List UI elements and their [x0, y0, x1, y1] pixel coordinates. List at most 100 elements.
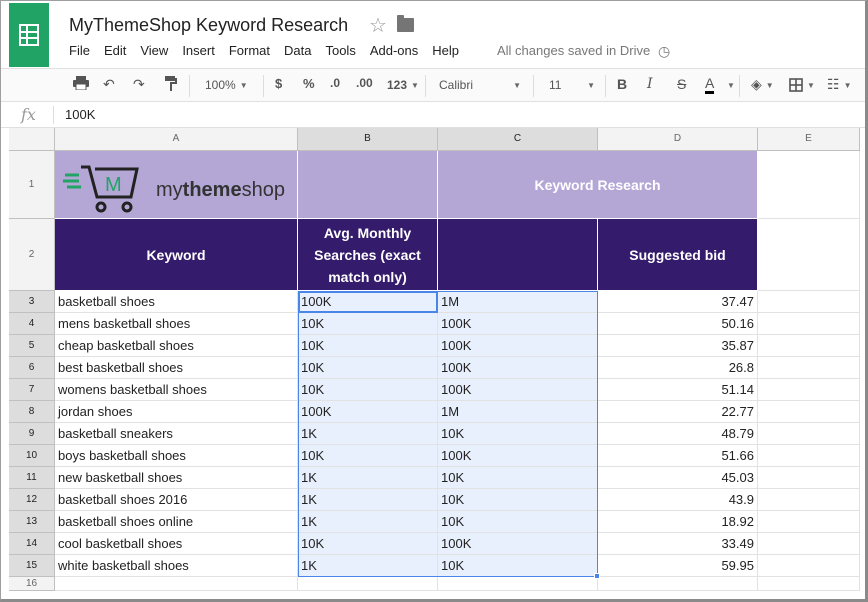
cell-suggested-bid[interactable]: 33.49 [598, 533, 758, 555]
sheets-logo[interactable] [9, 3, 49, 67]
column-header-b[interactable]: B [298, 128, 438, 151]
font-size-select[interactable]: 11 ▼ [549, 78, 595, 92]
row-header-3[interactable]: 3 [9, 291, 55, 313]
paint-format-icon[interactable] [165, 76, 177, 94]
cell-keyword[interactable]: cool basketball shoes [55, 533, 298, 555]
cell-searches[interactable]: 100K [298, 401, 438, 423]
column-header-a[interactable]: A [55, 128, 298, 151]
menu-insert[interactable]: Insert [182, 43, 215, 58]
undo-icon[interactable]: ↶ [103, 76, 115, 93]
cell-searches[interactable]: 1K [298, 467, 438, 489]
cell-e[interactable] [758, 335, 860, 357]
folder-icon[interactable] [397, 15, 414, 32]
star-icon[interactable]: ☆ [369, 13, 387, 38]
cell-col-c[interactable]: 10K [438, 489, 598, 511]
formula-input[interactable]: 100K [65, 107, 95, 122]
cell-searches[interactable]: 10K [298, 533, 438, 555]
cell-col-c[interactable]: 1M [438, 291, 598, 313]
column-header-d[interactable]: D [598, 128, 758, 151]
empty-cell[interactable] [438, 577, 598, 591]
row-header-4[interactable]: 4 [9, 313, 55, 335]
row-header-9[interactable]: 9 [9, 423, 55, 445]
cell-e[interactable] [758, 533, 860, 555]
cell-suggested-bid[interactable]: 18.92 [598, 511, 758, 533]
cell-suggested-bid[interactable]: 35.87 [598, 335, 758, 357]
menu-addons[interactable]: Add-ons [370, 43, 418, 58]
more-formats-button[interactable]: 123 ▼ [387, 78, 419, 92]
cell-e[interactable] [758, 401, 860, 423]
save-status[interactable]: All changes saved in Drive [497, 43, 650, 58]
row-header-7[interactable]: 7 [9, 379, 55, 401]
row-header-11[interactable]: 11 [9, 467, 55, 489]
cell-keyword[interactable]: cheap basketball shoes [55, 335, 298, 357]
cell-e[interactable] [758, 445, 860, 467]
cell-e[interactable] [758, 423, 860, 445]
cell-keyword[interactable]: basketball shoes online [55, 511, 298, 533]
italic-button[interactable]: I [647, 76, 653, 92]
row-header-8[interactable]: 8 [9, 401, 55, 423]
currency-format-button[interactable]: $ [275, 76, 282, 91]
cell-keyword[interactable]: best basketball shoes [55, 357, 298, 379]
column-header-e[interactable]: E [758, 128, 860, 151]
cell-col-c[interactable]: 100K [438, 533, 598, 555]
row-header-15[interactable]: 15 [9, 555, 55, 577]
borders-icon[interactable]: ▼ [789, 76, 815, 93]
cell-e[interactable] [758, 219, 860, 291]
cell-col-c[interactable]: 10K [438, 423, 598, 445]
header-keyword[interactable]: Keyword [55, 219, 298, 291]
history-icon[interactable]: ◷ [658, 43, 670, 60]
cell-e[interactable] [758, 467, 860, 489]
cell-keyword[interactable]: basketball shoes 2016 [55, 489, 298, 511]
row-header-14[interactable]: 14 [9, 533, 55, 555]
empty-cell[interactable] [598, 577, 758, 591]
cell-keyword[interactable]: white basketball shoes [55, 555, 298, 577]
row-header-13[interactable]: 13 [9, 511, 55, 533]
cell-suggested-bid[interactable]: 48.79 [598, 423, 758, 445]
cell-searches[interactable]: 1K [298, 489, 438, 511]
zoom-select[interactable]: 100% ▼ [205, 78, 248, 92]
cell-searches[interactable]: 10K [298, 379, 438, 401]
menu-format[interactable]: Format [229, 43, 270, 58]
row-header-5[interactable]: 5 [9, 335, 55, 357]
row-header-1[interactable]: 1 [9, 151, 55, 219]
empty-cell[interactable] [55, 577, 298, 591]
fill-color-icon[interactable]: ◈ ▼ [751, 76, 774, 93]
cell-col-c[interactable]: 10K [438, 555, 598, 577]
cell-e[interactable] [758, 291, 860, 313]
cell-col-c[interactable]: 1M [438, 401, 598, 423]
cell-suggested-bid[interactable]: 22.77 [598, 401, 758, 423]
cell-e[interactable] [758, 511, 860, 533]
cell-keyword[interactable]: boys basketball shoes [55, 445, 298, 467]
cell-keyword[interactable]: jordan shoes [55, 401, 298, 423]
cell-e[interactable] [758, 151, 860, 219]
cell-col-c[interactable]: 10K [438, 467, 598, 489]
text-color-caret[interactable]: ▼ [723, 76, 735, 92]
header-searches[interactable]: Avg. Monthly Searches (exact match only) [298, 219, 438, 291]
cell-suggested-bid[interactable]: 26.8 [598, 357, 758, 379]
menu-view[interactable]: View [140, 43, 168, 58]
empty-cell[interactable] [758, 577, 860, 591]
cell-searches[interactable]: 10K [298, 335, 438, 357]
row-header-2[interactable]: 2 [9, 219, 55, 291]
cell-searches[interactable]: 10K [298, 357, 438, 379]
menu-tools[interactable]: Tools [325, 43, 355, 58]
select-all-corner[interactable] [9, 128, 55, 151]
cell-searches[interactable]: 10K [298, 445, 438, 467]
bold-button[interactable]: B [617, 76, 627, 92]
cell-searches[interactable]: 1K [298, 511, 438, 533]
banner-logo-cell[interactable]: M mythemeshop [55, 151, 298, 219]
document-title[interactable]: MyThemeShop Keyword Research [69, 15, 348, 36]
text-color-button[interactable]: A [705, 76, 715, 94]
increase-decimal-button[interactable]: .00 [356, 76, 373, 90]
cell-keyword[interactable]: basketball sneakers [55, 423, 298, 445]
cell-suggested-bid[interactable]: 50.16 [598, 313, 758, 335]
cell-keyword[interactable]: new basketball shoes [55, 467, 298, 489]
strikethrough-button[interactable]: S [677, 76, 686, 92]
banner-cell-b[interactable] [298, 151, 438, 219]
menu-edit[interactable]: Edit [104, 43, 126, 58]
fill-handle[interactable] [594, 573, 600, 579]
banner-title[interactable]: Keyword Research [438, 151, 758, 219]
header-col-c[interactable] [438, 219, 598, 291]
cell-suggested-bid[interactable]: 59.95 [598, 555, 758, 577]
cell-e[interactable] [758, 489, 860, 511]
